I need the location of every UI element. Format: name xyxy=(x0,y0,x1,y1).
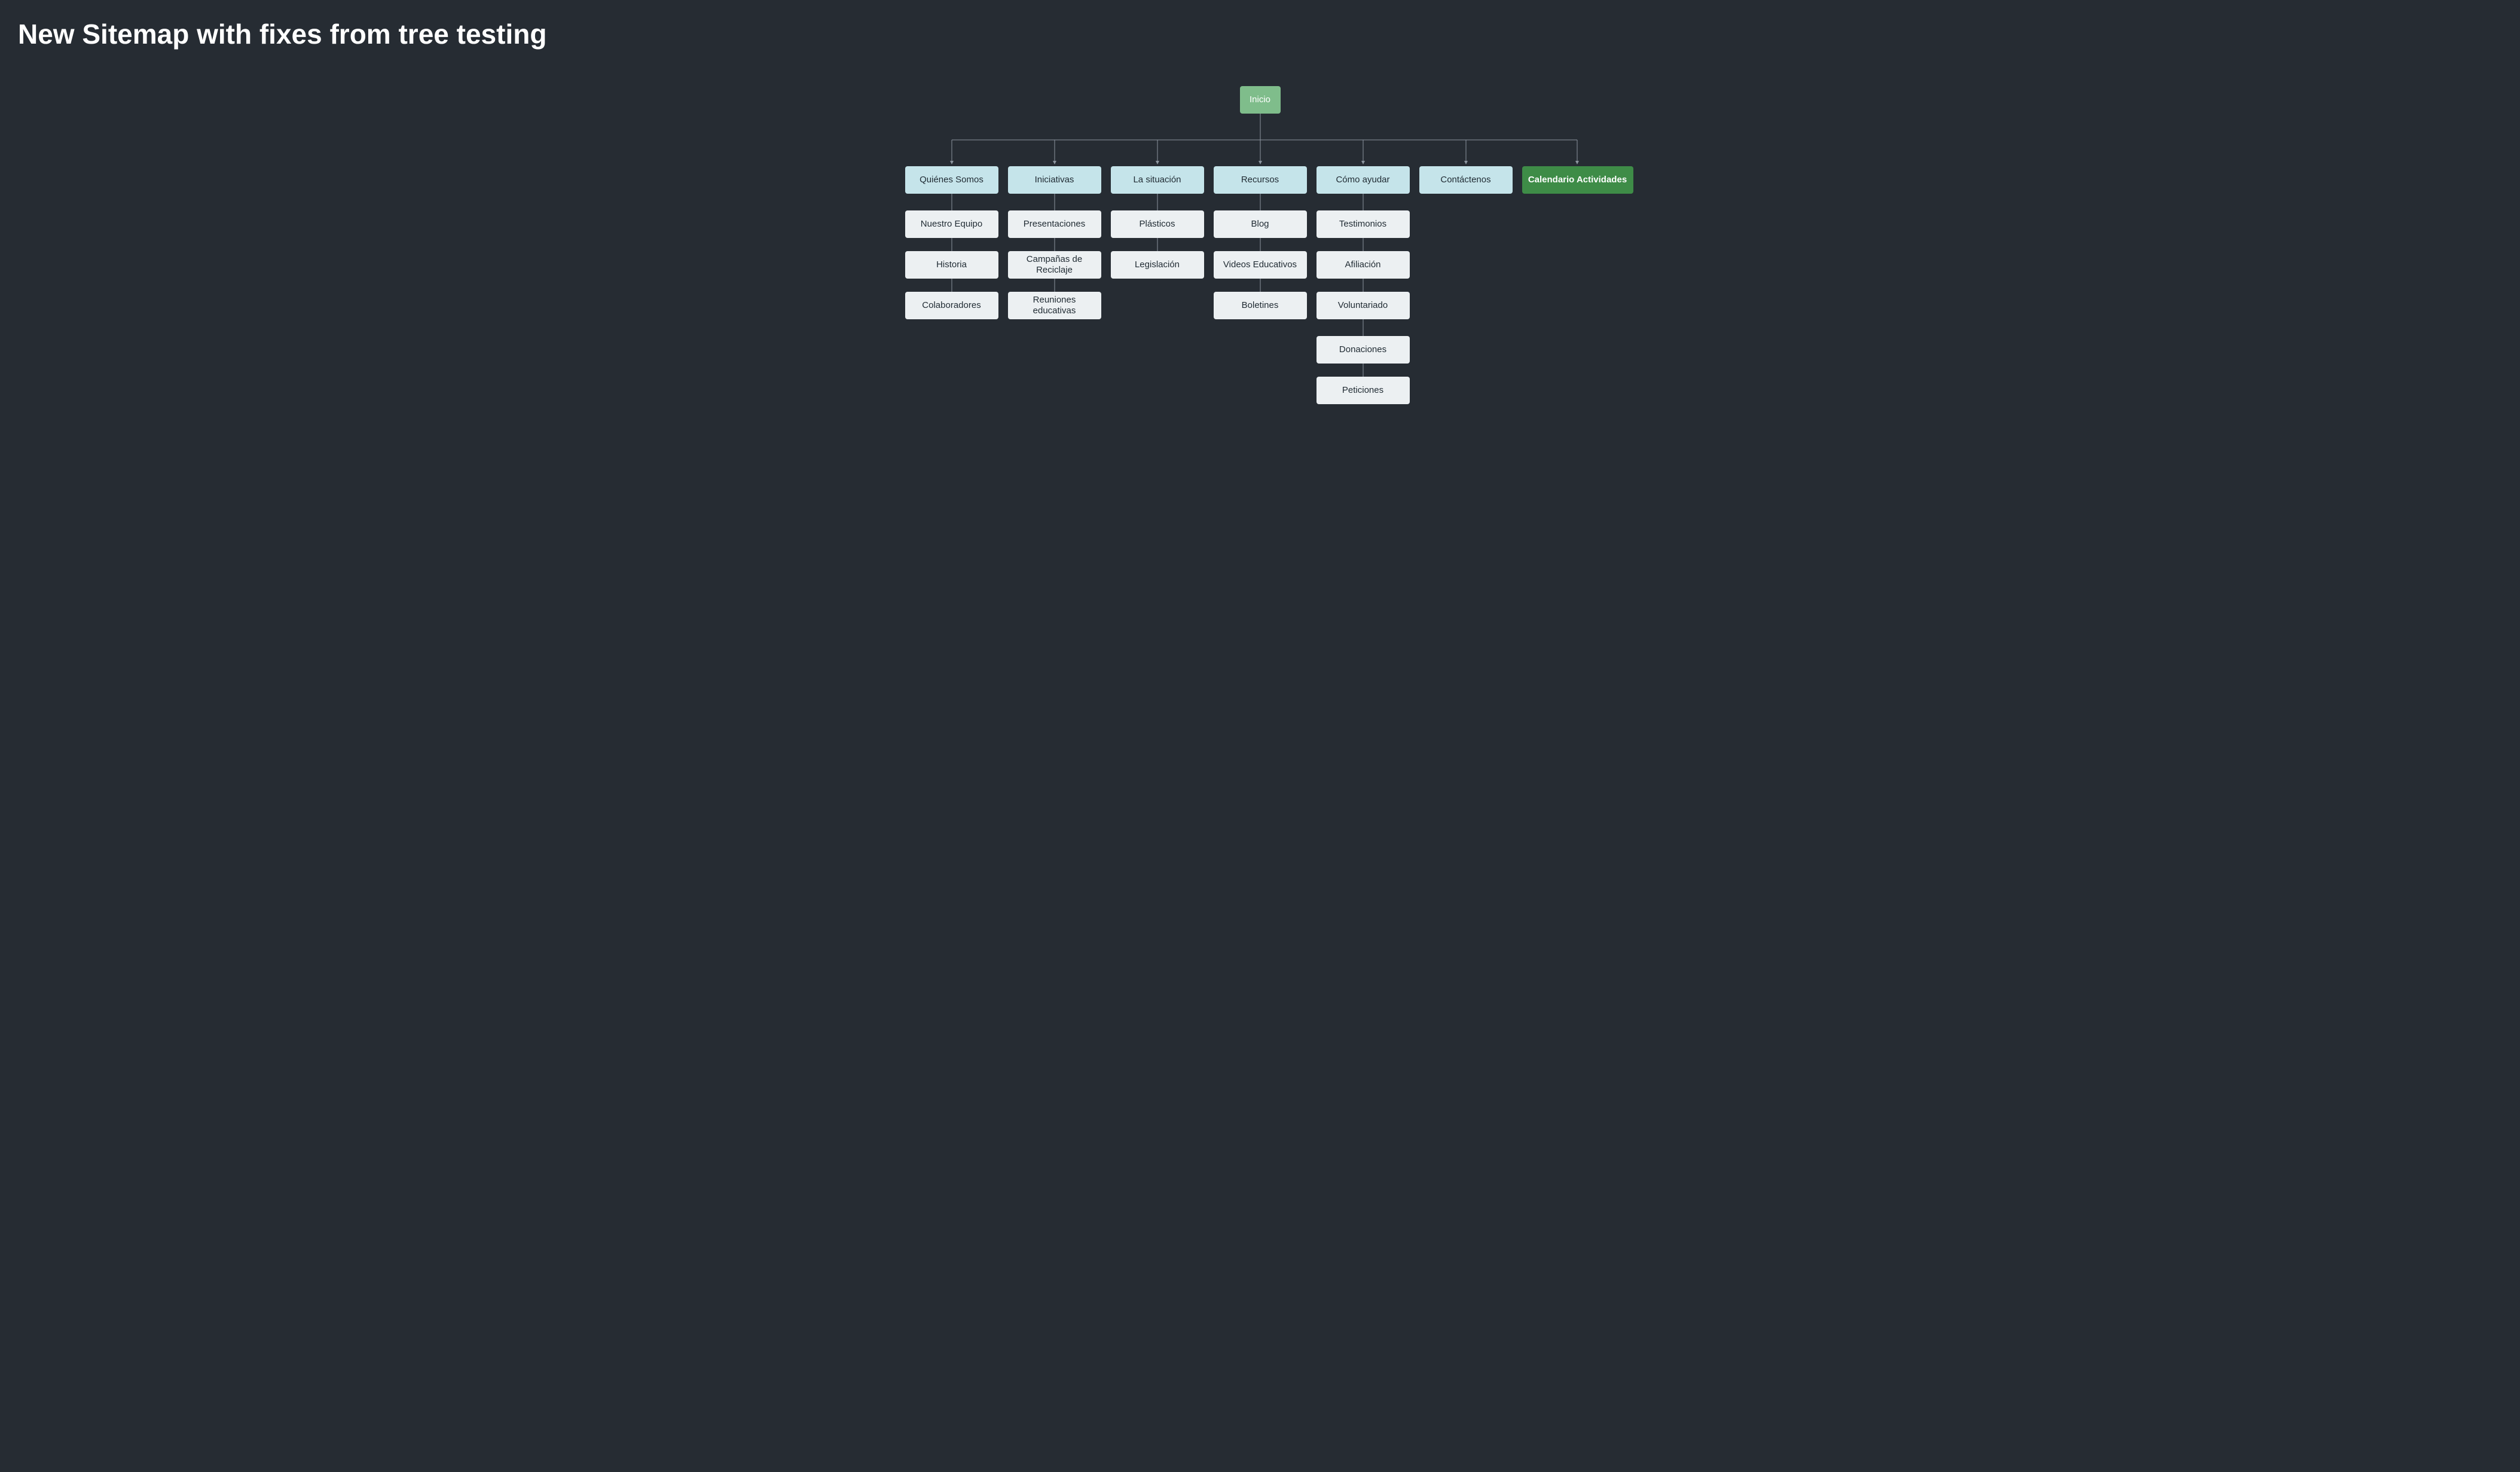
node-label: Contáctenos xyxy=(1440,175,1490,185)
node-label: Iniciativas xyxy=(1035,175,1074,185)
node-label: Presentaciones xyxy=(1024,219,1085,230)
node-label: Peticiones xyxy=(1342,385,1383,396)
node-child[interactable]: Reuniones educativas xyxy=(1008,292,1101,319)
node-child[interactable]: Blog xyxy=(1214,210,1307,238)
node-root[interactable]: Inicio xyxy=(1240,86,1281,114)
node-child[interactable]: Legislación xyxy=(1111,251,1204,279)
node-label: Historia xyxy=(936,259,967,270)
node-child[interactable]: Nuestro Equipo xyxy=(905,210,998,238)
node-label: La situación xyxy=(1133,175,1181,185)
node-child[interactable]: Boletines xyxy=(1214,292,1307,319)
node-label: Calendario Actividades xyxy=(1528,175,1627,185)
node-section-quienes-somos[interactable]: Quiénes Somos xyxy=(905,166,998,194)
node-child[interactable]: Campañas de Reciclaje xyxy=(1008,251,1101,279)
node-label: Voluntariado xyxy=(1338,300,1388,311)
node-label: Legislación xyxy=(1135,259,1180,270)
node-section-calendario-actividades[interactable]: Calendario Actividades xyxy=(1522,166,1633,194)
node-label: Testimonios xyxy=(1339,219,1386,230)
node-child[interactable]: Plásticos xyxy=(1111,210,1204,238)
node-section-contactenos[interactable]: Contáctenos xyxy=(1419,166,1513,194)
node-label: Videos Educativos xyxy=(1223,259,1297,270)
node-label: Plásticos xyxy=(1139,219,1175,230)
node-label: Afiliación xyxy=(1345,259,1380,270)
node-label: Quiénes Somos xyxy=(920,175,983,185)
node-root-label: Inicio xyxy=(1250,94,1270,105)
node-section-iniciativas[interactable]: Iniciativas xyxy=(1008,166,1101,194)
node-child[interactable]: Donaciones xyxy=(1316,336,1410,364)
node-child[interactable]: Historia xyxy=(905,251,998,279)
node-section-como-ayudar[interactable]: Cómo ayudar xyxy=(1316,166,1410,194)
node-child[interactable]: Testimonios xyxy=(1316,210,1410,238)
node-section-la-situacion[interactable]: La situación xyxy=(1111,166,1204,194)
node-child[interactable]: Presentaciones xyxy=(1008,210,1101,238)
node-label: Cómo ayudar xyxy=(1336,175,1389,185)
node-label: Colaboradores xyxy=(922,300,980,311)
node-child[interactable]: Colaboradores xyxy=(905,292,998,319)
node-label: Blog xyxy=(1251,219,1269,230)
node-label: Campañas de Reciclaje xyxy=(1014,254,1095,276)
node-child[interactable]: Afiliación xyxy=(1316,251,1410,279)
sitemap-diagram: Inicio Quiénes Somos Nuestro Equipo Hist… xyxy=(830,86,1691,517)
node-label: Recursos xyxy=(1241,175,1279,185)
page-title: New Sitemap with fixes from tree testing xyxy=(18,18,2502,50)
node-label: Nuestro Equipo xyxy=(921,219,982,230)
node-child[interactable]: Voluntariado xyxy=(1316,292,1410,319)
node-child[interactable]: Peticiones xyxy=(1316,377,1410,404)
node-label: Boletines xyxy=(1242,300,1279,311)
node-child[interactable]: Videos Educativos xyxy=(1214,251,1307,279)
node-section-recursos[interactable]: Recursos xyxy=(1214,166,1307,194)
node-label: Donaciones xyxy=(1339,344,1386,355)
node-label: Reuniones educativas xyxy=(1014,295,1095,316)
